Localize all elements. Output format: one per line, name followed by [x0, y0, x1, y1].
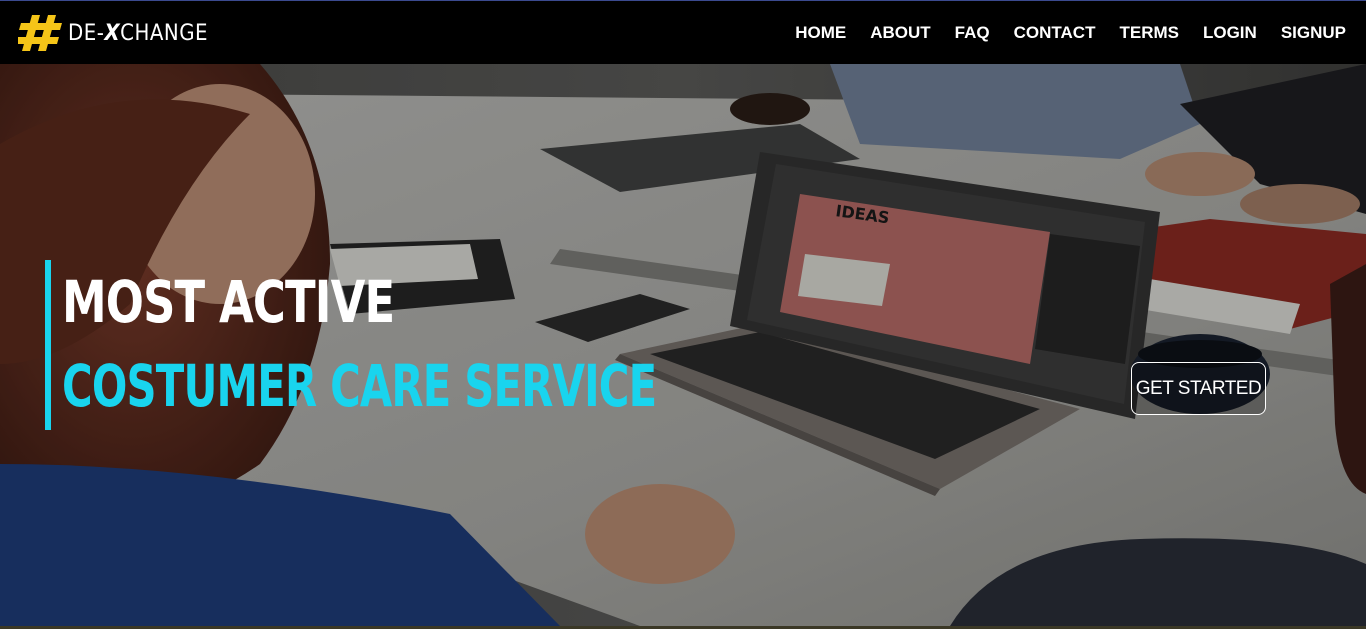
nav-login[interactable]: LOGIN [1203, 23, 1257, 43]
hero-headline-line-1: MOST ACTIVE [62, 268, 395, 336]
nav-home[interactable]: HOME [795, 23, 846, 43]
hash-logo-icon [18, 15, 62, 51]
main-nav: HOME ABOUT FAQ CONTACT TERMS LOGIN SIGNU… [771, 1, 1346, 64]
nav-signup[interactable]: SIGNUP [1281, 23, 1346, 43]
nav-terms[interactable]: TERMS [1119, 23, 1179, 43]
hero-section: IDEAS [0, 64, 1366, 626]
headline-accent-bar [45, 260, 51, 430]
brand-suffix: CHANGE [120, 20, 209, 46]
hero-overlay [0, 64, 1366, 626]
get-started-button[interactable]: GET STARTED [1131, 362, 1266, 415]
brand-name: DE-XCHANGE [68, 21, 208, 46]
nav-contact[interactable]: CONTACT [1014, 23, 1096, 43]
nav-about[interactable]: ABOUT [870, 23, 930, 43]
brand-prefix: DE- [68, 20, 105, 46]
hero-headline-line-2: COSTUMER CARE SERVICE [62, 352, 657, 420]
nav-faq[interactable]: FAQ [955, 23, 990, 43]
brand-logo[interactable]: DE-XCHANGE [18, 11, 208, 55]
brand-x: X [104, 20, 121, 46]
navbar: DE-XCHANGE HOME ABOUT FAQ CONTACT TERMS … [0, 1, 1366, 64]
